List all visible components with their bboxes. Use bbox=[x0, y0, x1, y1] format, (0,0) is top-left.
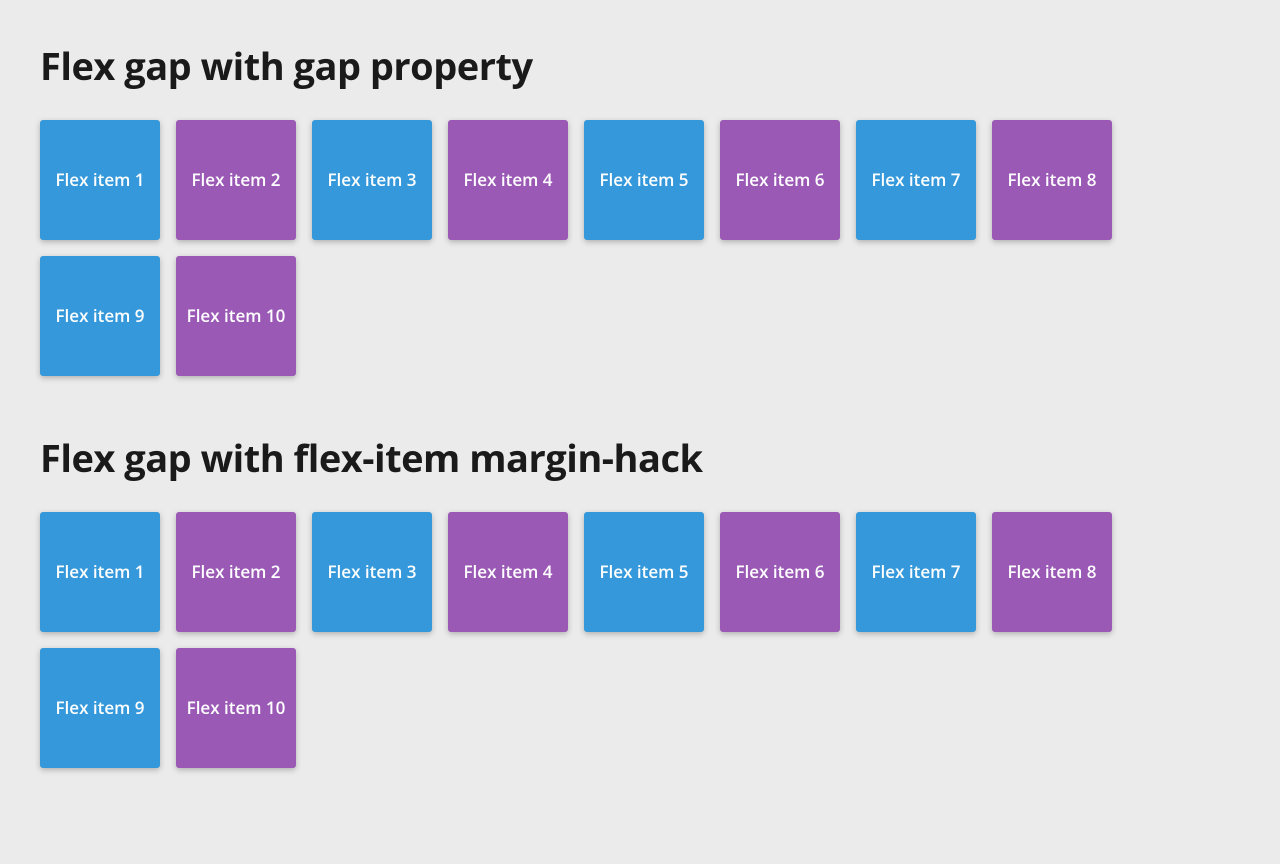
flex-item-label: Flex item 9 bbox=[56, 305, 145, 327]
flex-item: Flex item 6 bbox=[720, 512, 840, 632]
flex-item-label: Flex item 5 bbox=[600, 169, 689, 191]
flex-item: Flex item 3 bbox=[312, 120, 432, 240]
flex-item-label: Flex item 4 bbox=[464, 561, 553, 583]
flex-item-label: Flex item 10 bbox=[187, 697, 286, 719]
flex-item-label: Flex item 2 bbox=[192, 169, 281, 191]
flex-item: Flex item 6 bbox=[720, 120, 840, 240]
section-heading: Flex gap with gap property bbox=[40, 40, 1240, 92]
flex-item: Flex item 8 bbox=[992, 512, 1112, 632]
flex-item-label: Flex item 8 bbox=[1008, 561, 1097, 583]
section-heading: Flex gap with flex-item margin-hack bbox=[40, 432, 1240, 484]
section-gap-property: Flex gap with gap property Flex item 1 F… bbox=[40, 40, 1240, 376]
flex-item-label: Flex item 1 bbox=[56, 561, 145, 583]
flex-item: Flex item 4 bbox=[448, 120, 568, 240]
flex-item: Flex item 4 bbox=[448, 512, 568, 632]
flex-item-label: Flex item 8 bbox=[1008, 169, 1097, 191]
flex-item-label: Flex item 3 bbox=[328, 169, 417, 191]
flex-item-label: Flex item 10 bbox=[187, 305, 286, 327]
flex-item: Flex item 9 bbox=[40, 256, 160, 376]
flex-item-label: Flex item 6 bbox=[736, 561, 825, 583]
flex-item-label: Flex item 2 bbox=[192, 561, 281, 583]
flex-item: Flex item 7 bbox=[856, 512, 976, 632]
flex-item: Flex item 3 bbox=[312, 512, 432, 632]
flex-item: Flex item 1 bbox=[40, 512, 160, 632]
flex-item-label: Flex item 6 bbox=[736, 169, 825, 191]
flex-item-label: Flex item 5 bbox=[600, 561, 689, 583]
flex-item: Flex item 5 bbox=[584, 512, 704, 632]
flex-item-label: Flex item 3 bbox=[328, 561, 417, 583]
section-margin-hack: Flex gap with flex-item margin-hack Flex… bbox=[40, 432, 1240, 768]
flex-item: Flex item 2 bbox=[176, 512, 296, 632]
flex-item: Flex item 5 bbox=[584, 120, 704, 240]
flex-item: Flex item 7 bbox=[856, 120, 976, 240]
flex-item: Flex item 10 bbox=[176, 256, 296, 376]
flex-item: Flex item 10 bbox=[176, 648, 296, 768]
flex-item-label: Flex item 1 bbox=[56, 169, 145, 191]
flex-item-label: Flex item 7 bbox=[872, 169, 961, 191]
flex-item: Flex item 2 bbox=[176, 120, 296, 240]
flex-item: Flex item 1 bbox=[40, 120, 160, 240]
flex-container: Flex item 1 Flex item 2 Flex item 3 Flex… bbox=[40, 512, 1240, 768]
flex-item-label: Flex item 9 bbox=[56, 697, 145, 719]
flex-container: Flex item 1 Flex item 2 Flex item 3 Flex… bbox=[40, 120, 1240, 376]
flex-item-label: Flex item 7 bbox=[872, 561, 961, 583]
flex-item: Flex item 8 bbox=[992, 120, 1112, 240]
flex-item: Flex item 9 bbox=[40, 648, 160, 768]
flex-item-label: Flex item 4 bbox=[464, 169, 553, 191]
